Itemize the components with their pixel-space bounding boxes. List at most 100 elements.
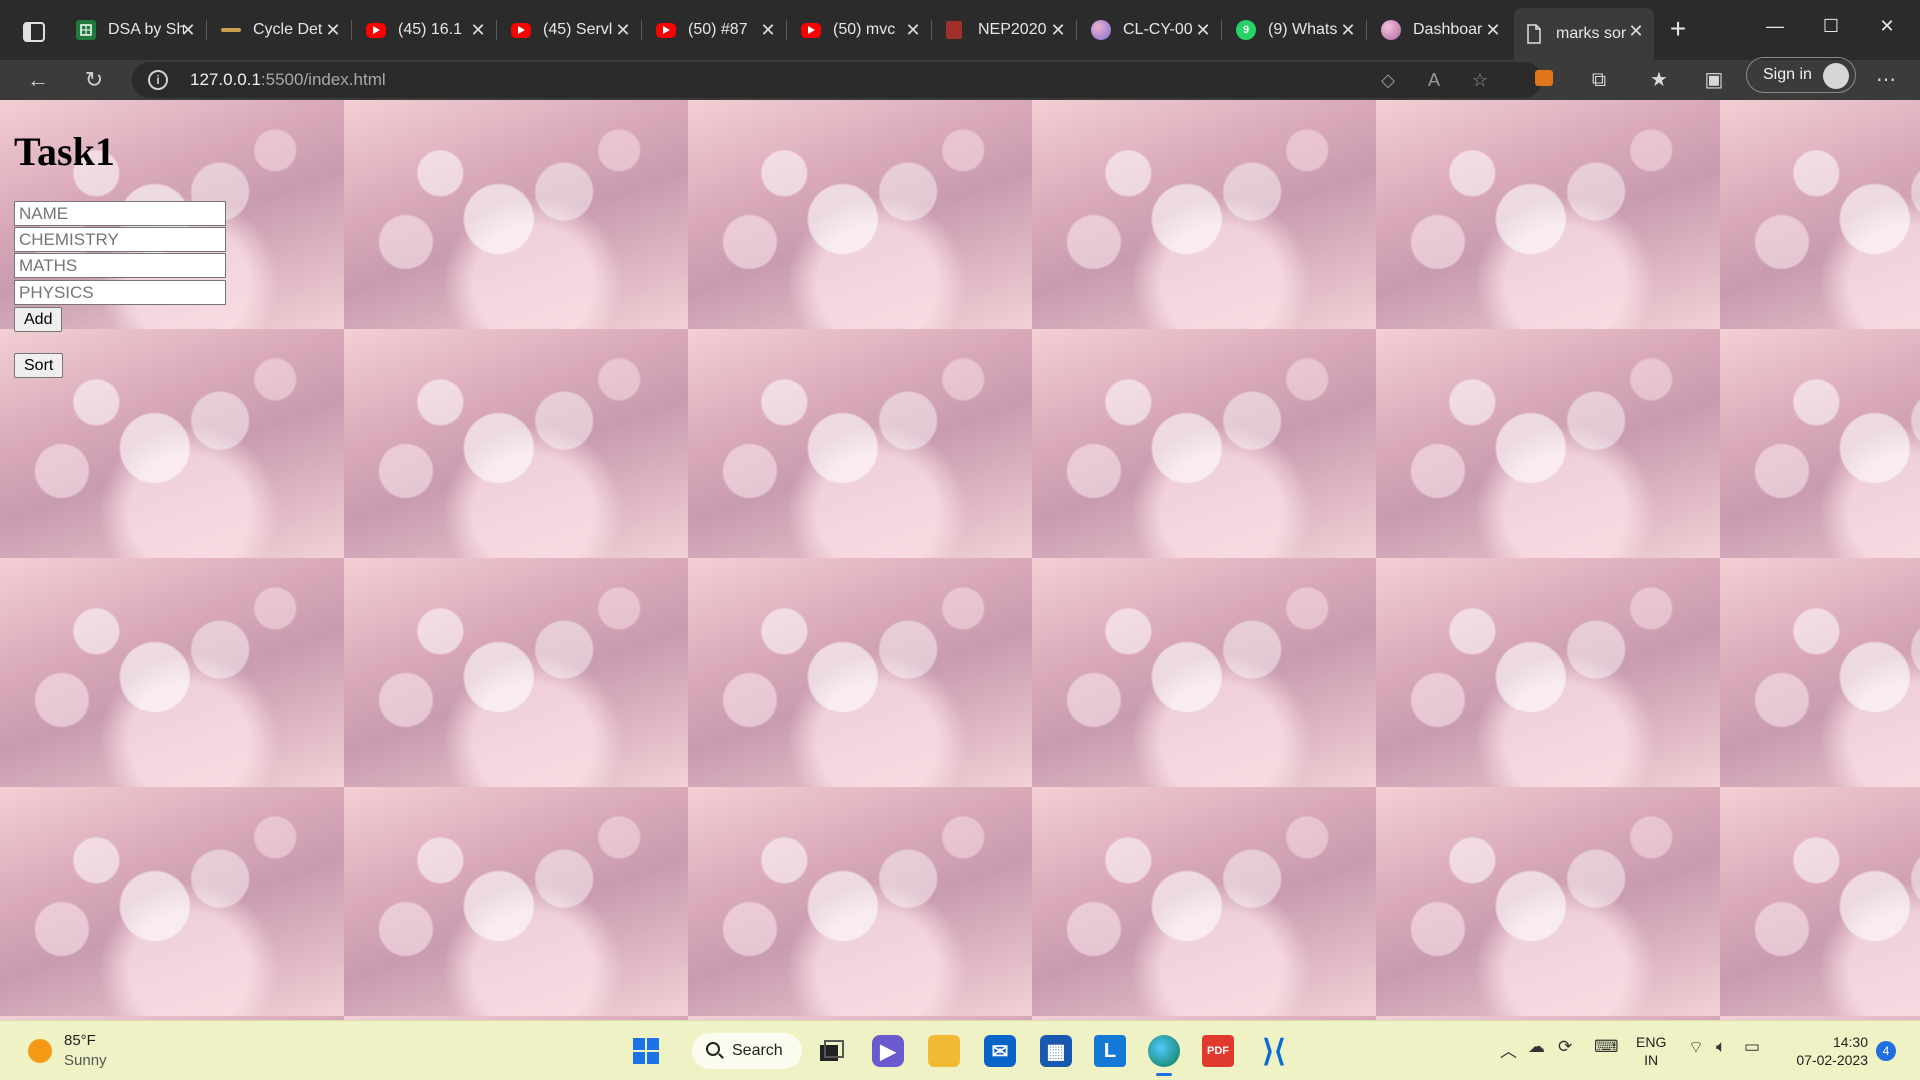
- close-tab-icon[interactable]: ✕: [613, 20, 633, 40]
- tab-title: (45) 16.1: [398, 21, 463, 38]
- search-label: Search: [732, 1042, 783, 1059]
- close-tab-icon[interactable]: ✕: [1626, 21, 1646, 41]
- tab-divider: [496, 20, 497, 40]
- pdf-icon: [946, 21, 962, 39]
- tab-title: DSA by Sh: [108, 21, 184, 38]
- tab-youtube-servlet[interactable]: (45) Servl ✕: [501, 10, 642, 50]
- colab-icon: [1091, 20, 1111, 40]
- maths-input[interactable]: [14, 253, 226, 278]
- tab-youtube-mvc[interactable]: (50) mvc ✕: [791, 10, 932, 50]
- l-app-icon[interactable]: L: [1094, 1035, 1126, 1067]
- close-tab-icon[interactable]: ✕: [178, 20, 198, 40]
- file-explorer-icon[interactable]: [928, 1035, 960, 1067]
- tab-dsa[interactable]: DSA by Sh ✕: [66, 10, 207, 50]
- tab-title: (9) Whats: [1268, 21, 1338, 38]
- extensions-icon[interactable]: ⧉: [1585, 66, 1613, 94]
- close-tab-icon[interactable]: ✕: [1048, 20, 1068, 40]
- close-tab-icon[interactable]: ✕: [468, 20, 488, 40]
- tab-youtube-16[interactable]: (45) 16.1 ✕: [356, 10, 497, 50]
- back-icon[interactable]: ←: [22, 64, 54, 96]
- maximize-icon[interactable]: ☐: [1808, 12, 1854, 40]
- name-input[interactable]: [14, 201, 226, 226]
- tab-cycle-detection[interactable]: Cycle Det ✕: [211, 10, 352, 50]
- new-tab-icon[interactable]: +: [1664, 15, 1692, 44]
- refresh-icon[interactable]: ↻: [78, 64, 110, 96]
- tab-dashboard[interactable]: Dashboar ✕: [1371, 10, 1511, 50]
- weather-description[interactable]: Sunny: [64, 1052, 107, 1069]
- tab-marks-sort-active[interactable]: marks sor ✕: [1514, 8, 1654, 60]
- clock[interactable]: 14:30 07-02-2023: [1784, 1033, 1868, 1069]
- physics-input[interactable]: [14, 280, 226, 305]
- language-indicator[interactable]: ENG IN: [1636, 1033, 1666, 1069]
- close-tab-icon[interactable]: ✕: [1483, 20, 1503, 40]
- sync-icon[interactable]: ⟳: [1558, 1037, 1572, 1057]
- tab-divider: [351, 20, 352, 40]
- close-tab-icon[interactable]: ✕: [1338, 20, 1358, 40]
- tab-divider: [1366, 20, 1367, 40]
- close-tab-icon[interactable]: ✕: [758, 20, 778, 40]
- tracking-prevention-icon[interactable]: ◇: [1376, 68, 1400, 92]
- mail-icon[interactable]: ✉: [984, 1035, 1016, 1067]
- tab-divider: [931, 20, 932, 40]
- tab-title: marks sor: [1556, 25, 1627, 42]
- teams-chat-icon[interactable]: ▶: [872, 1035, 904, 1067]
- site-info-icon[interactable]: i: [148, 70, 168, 90]
- tab-title: (50) #87: [688, 21, 748, 38]
- tab-title: Dashboar: [1413, 21, 1483, 38]
- metamask-extension-icon[interactable]: [1530, 66, 1558, 94]
- youtube-icon: [511, 22, 531, 38]
- keyboard-icon[interactable]: ⌨: [1594, 1037, 1619, 1057]
- window-close-icon[interactable]: ✕: [1864, 12, 1910, 40]
- close-tab-icon[interactable]: ✕: [903, 20, 923, 40]
- onedrive-icon[interactable]: ☁: [1528, 1037, 1545, 1057]
- sort-button[interactable]: Sort: [14, 353, 64, 378]
- page-viewport: Task1 Add Sort: [0, 100, 1920, 1020]
- close-tab-icon[interactable]: ✕: [1193, 20, 1213, 40]
- tab-title: Cycle Det: [253, 21, 323, 38]
- vscode-icon[interactable]: ⟩⟨: [1258, 1035, 1290, 1068]
- whatsapp-icon: 9: [1236, 20, 1256, 40]
- tab-whatsapp[interactable]: 9 (9) Whats ✕: [1226, 10, 1367, 50]
- url-text[interactable]: 127.0.0.1:5500/index.html: [190, 70, 386, 90]
- task-view-icon[interactable]: [816, 1035, 848, 1067]
- language-code: ENG: [1636, 1034, 1667, 1050]
- start-icon[interactable]: [630, 1035, 662, 1067]
- tab-youtube-87[interactable]: (50) #87 ✕: [646, 10, 787, 50]
- settings-more-icon[interactable]: ⋯: [1872, 66, 1900, 94]
- acrobat-icon[interactable]: PDF: [1202, 1035, 1234, 1067]
- show-hidden-icons-icon[interactable]: ︿: [1500, 1037, 1517, 1062]
- browser-tab-bar: DSA by Sh ✕ Cycle Det ✕ (45) 16.1 ✕ (45)…: [0, 0, 1920, 60]
- volume-icon[interactable]: 🔈︎: [1716, 1037, 1726, 1057]
- tab-nep2020[interactable]: NEP2020 ✕: [936, 10, 1077, 50]
- weather-temperature[interactable]: 85°F: [64, 1032, 96, 1049]
- close-tab-icon[interactable]: ✕: [323, 20, 343, 40]
- clock-date: 07-02-2023: [1796, 1052, 1868, 1068]
- wifi-icon[interactable]: ⌔: [1688, 1037, 1704, 1058]
- edge-icon[interactable]: [1148, 1035, 1180, 1067]
- site-icon: [221, 20, 241, 40]
- youtube-icon: [801, 22, 821, 38]
- read-aloud-icon[interactable]: A: [1422, 68, 1446, 92]
- collections-icon[interactable]: ▣: [1700, 66, 1728, 94]
- store-icon[interactable]: ▦: [1040, 1035, 1072, 1067]
- page-icon: [1524, 24, 1544, 44]
- add-button[interactable]: Add: [14, 307, 63, 332]
- youtube-icon: [656, 22, 676, 38]
- sun-icon[interactable]: [28, 1039, 52, 1063]
- battery-icon[interactable]: ▭: [1744, 1037, 1760, 1057]
- minimize-icon[interactable]: —: [1752, 12, 1798, 40]
- address-bar[interactable]: i 127.0.0.1:5500/index.html ◇ A ☆: [132, 62, 1542, 98]
- tab-divider: [206, 20, 207, 40]
- tab-title: CL-CY-00: [1123, 21, 1193, 38]
- dashboard-icon: [1381, 20, 1401, 40]
- chemistry-input[interactable]: [14, 227, 226, 252]
- avatar: [1823, 63, 1849, 89]
- sign-in-button[interactable]: Sign in: [1746, 57, 1856, 93]
- add-favorite-icon[interactable]: ☆: [1468, 68, 1492, 92]
- notification-badge[interactable]: 4: [1876, 1041, 1896, 1061]
- taskbar-search-button[interactable]: Search: [692, 1033, 802, 1069]
- favorites-icon[interactable]: ★: [1645, 66, 1673, 94]
- region-code: IN: [1644, 1052, 1659, 1068]
- tab-cl-cy[interactable]: CL-CY-00 ✕: [1081, 10, 1222, 50]
- tab-actions-icon[interactable]: [18, 18, 50, 46]
